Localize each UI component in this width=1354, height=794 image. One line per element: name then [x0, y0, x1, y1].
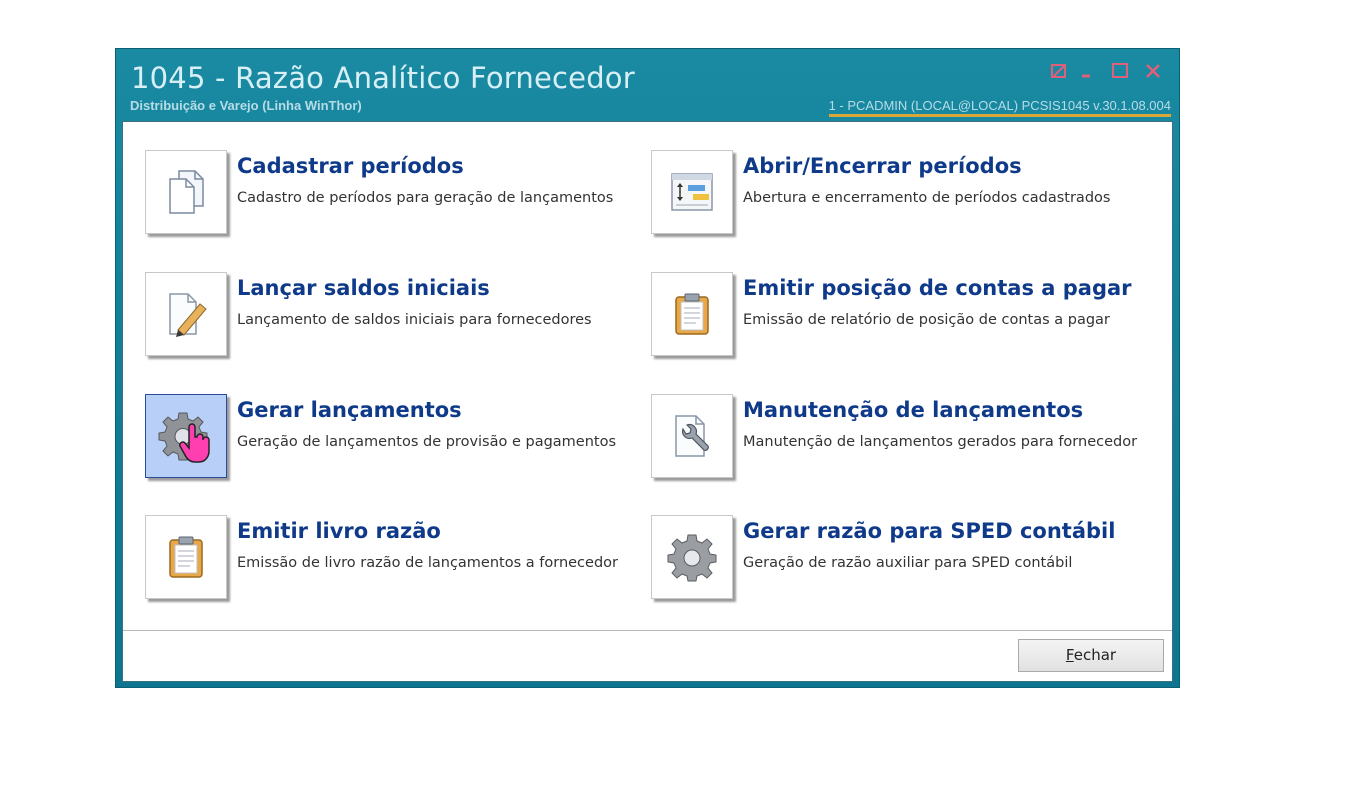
- wrench-document-icon[interactable]: [651, 394, 733, 478]
- tile-title: Lançar saldos iniciais: [237, 276, 490, 300]
- tile-description: Geração de razão auxiliar para SPED cont…: [743, 555, 1073, 571]
- footer-divider: [123, 630, 1172, 631]
- tile-title: Cadastrar períodos: [237, 154, 464, 178]
- main-window: 1045 - Razão Analítico Fornecedor Distri…: [115, 48, 1180, 688]
- tile-gerar-razao-sped[interactable]: Gerar razão para SPED contábil Geração d…: [651, 515, 1121, 601]
- tile-description: Cadastro de períodos para geração de lan…: [237, 190, 614, 206]
- edit-window-icon[interactable]: [1049, 61, 1069, 81]
- tile-description: Geração de lançamentos de provisão e pag…: [237, 434, 617, 450]
- tile-description: Emissão de livro razão de lançamentos a …: [237, 555, 618, 571]
- tile-title: Emitir livro razão: [237, 519, 441, 543]
- tile-title: Abrir/Encerrar períodos: [743, 154, 1022, 178]
- clipboard-icon[interactable]: [651, 272, 733, 356]
- tile-title: Gerar razão para SPED contábil: [743, 519, 1116, 543]
- tile-lancar-saldos-iniciais[interactable]: Lançar saldos iniciais Lançamento de sal…: [145, 272, 615, 358]
- window-subtitle: Distribuição e Varejo (Linha WinThor): [130, 98, 362, 113]
- tile-title: Gerar lançamentos: [237, 398, 462, 422]
- clipboard-icon[interactable]: [145, 515, 227, 599]
- tile-description: Lançamento de saldos iniciais para forne…: [237, 312, 592, 328]
- period-toggle-icon[interactable]: [651, 150, 733, 234]
- close-icon[interactable]: [1143, 61, 1163, 81]
- close-button-label: echar: [1073, 646, 1117, 664]
- tile-gerar-lancamentos[interactable]: Gerar lançamentos Geração de lançamentos…: [145, 394, 617, 480]
- tile-abrir-encerrar-periodos[interactable]: Abrir/Encerrar períodos Abertura e encer…: [651, 150, 1121, 236]
- user-version-info: 1 - PCADMIN (LOCAL@LOCAL) PCSIS1045 v.30…: [828, 98, 1171, 117]
- tile-cadastrar-periodos[interactable]: Cadastrar períodos Cadastro de períodos …: [145, 150, 615, 236]
- documents-icon[interactable]: [145, 150, 227, 234]
- minimize-icon[interactable]: [1077, 61, 1097, 81]
- close-button-accelerator: F: [1065, 646, 1074, 664]
- tile-description: Emissão de relatório de posição de conta…: [743, 312, 1110, 328]
- tile-title: Emitir posição de contas a pagar: [743, 276, 1132, 300]
- title-bar[interactable]: 1045 - Razão Analítico Fornecedor Distri…: [116, 49, 1179, 119]
- gear-icon[interactable]: [145, 394, 227, 478]
- window-title: 1045 - Razão Analítico Fornecedor: [131, 61, 635, 95]
- close-button[interactable]: Fechar: [1018, 639, 1164, 672]
- tile-manutencao-lancamentos[interactable]: Manutenção de lançamentos Manutenção de …: [651, 394, 1137, 480]
- tile-description: Abertura e encerramento de períodos cada…: [743, 190, 1111, 206]
- tile-emitir-posicao-contas[interactable]: Emitir posição de contas a pagar Emissão…: [651, 272, 1132, 358]
- tile-emitir-livro-razao[interactable]: Emitir livro razão Emissão de livro razã…: [145, 515, 618, 601]
- content-panel: Cadastrar períodos Cadastro de períodos …: [122, 121, 1173, 682]
- tile-title: Manutenção de lançamentos: [743, 398, 1084, 422]
- edit-document-icon[interactable]: [145, 272, 227, 356]
- tile-description: Manutenção de lançamentos gerados para f…: [743, 434, 1138, 450]
- maximize-icon[interactable]: [1110, 61, 1130, 81]
- gear-icon[interactable]: [651, 515, 733, 599]
